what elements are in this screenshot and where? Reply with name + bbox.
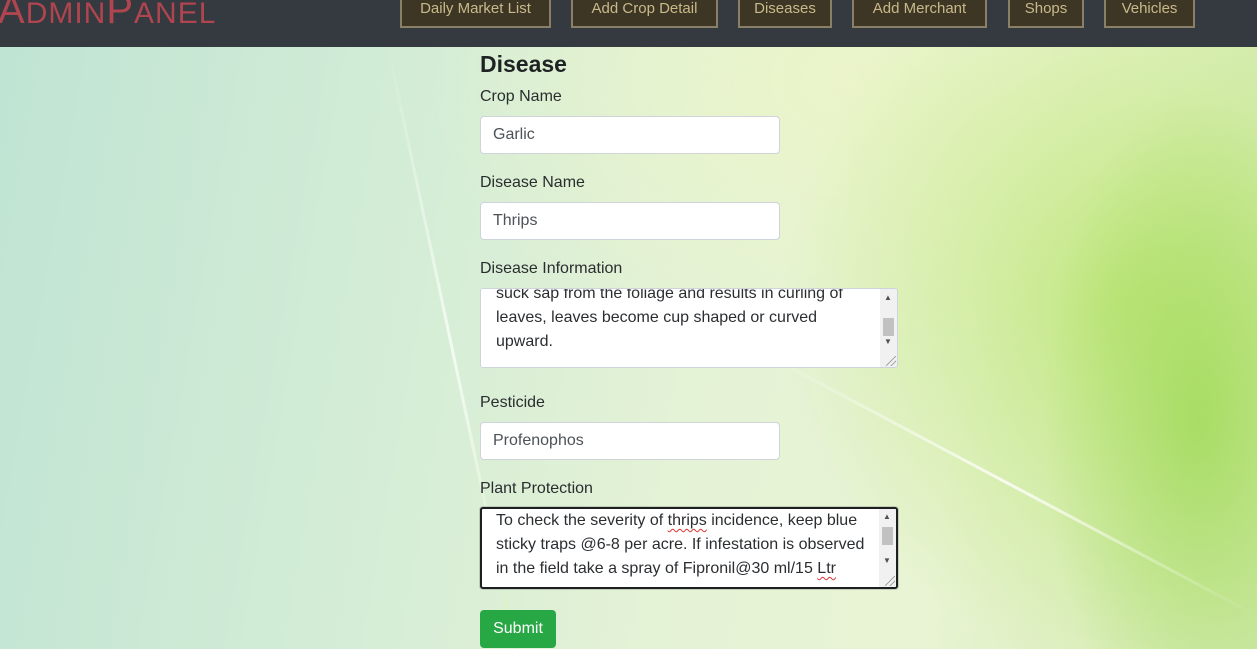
disease-name-input[interactable]: Thrips (480, 202, 780, 240)
plant-protection-label: Plant Protection (480, 480, 593, 497)
scroll-up-arrow-icon[interactable]: ▲ (883, 513, 891, 521)
nav-diseases[interactable]: Diseases (738, 0, 832, 28)
disease-information-text: suck sap from the foliage and results in… (496, 288, 843, 350)
pesticide-input[interactable]: Profenophos (480, 422, 780, 460)
nav-add-merchant[interactable]: Add Merchant (852, 0, 987, 28)
disease-name-label: Disease Name (480, 174, 585, 191)
disease-information-label: Disease Information (480, 260, 623, 277)
scroll-down-arrow-icon[interactable]: ▼ (884, 338, 892, 346)
nav-shops[interactable]: Shops (1008, 0, 1084, 28)
background-glow (1030, 60, 1257, 649)
disease-information-textarea[interactable]: suck sap from the foliage and results in… (480, 288, 898, 368)
nav-add-crop-detail[interactable]: Add Crop Detail (571, 0, 718, 28)
scrollbar-thumb[interactable] (883, 318, 894, 336)
resize-handle-icon[interactable] (885, 576, 895, 586)
resize-handle-icon[interactable] (886, 356, 896, 366)
pesticide-label: Pesticide (480, 394, 545, 411)
brand-logo[interactable]: ADMINPANEL (0, 0, 216, 33)
crop-name-input[interactable]: Garlic (480, 116, 780, 154)
nav-daily-market-list[interactable]: Daily Market List (400, 0, 551, 28)
submit-button[interactable]: Submit (480, 610, 556, 648)
scrollbar-thumb[interactable] (882, 527, 893, 545)
crop-name-label: Crop Name (480, 88, 562, 105)
plant-protection-text: To check the severity of thrips incidenc… (496, 512, 865, 577)
navbar: ADMINPANEL Daily Market List Add Crop De… (0, 0, 1257, 47)
scroll-up-arrow-icon[interactable]: ▲ (884, 294, 892, 302)
plant-protection-textarea[interactable]: To check the severity of thrips incidenc… (480, 507, 898, 589)
scroll-down-arrow-icon[interactable]: ▼ (883, 557, 891, 565)
nav-vehicles[interactable]: Vehicles (1104, 0, 1195, 28)
page-title: Disease (480, 51, 567, 77)
